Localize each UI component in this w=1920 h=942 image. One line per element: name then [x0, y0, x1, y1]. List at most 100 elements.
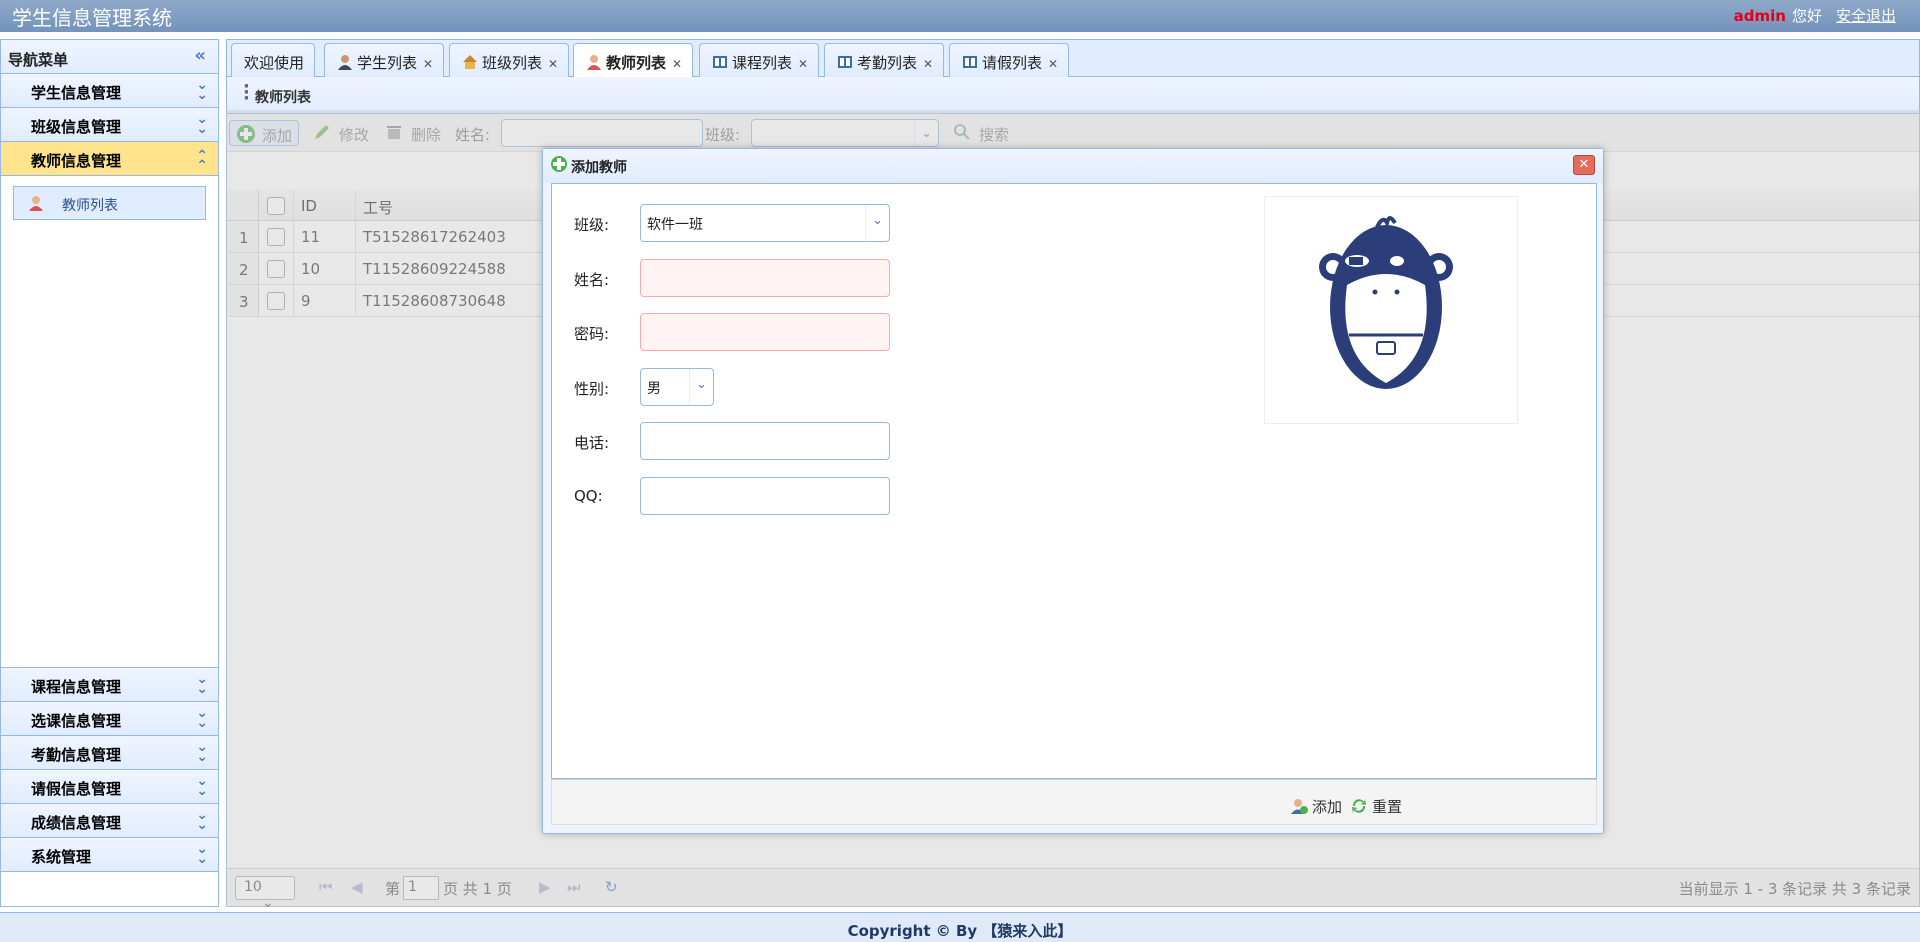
- page-footer: Copyright © By 【猿来入此】: [0, 912, 1920, 942]
- username: admin: [1733, 7, 1786, 25]
- tab-label: 教师列表: [606, 54, 667, 72]
- panel-title: 教师列表: [255, 90, 311, 106]
- user-area: admin 您好 安全退出: [1734, 5, 1896, 26]
- add-user-icon: [1290, 799, 1308, 819]
- dialog-header: 添加教师 ✕: [543, 149, 1603, 183]
- home-icon: [462, 55, 478, 74]
- class-select[interactable]: 软件一班 ⌄: [640, 204, 890, 242]
- close-icon[interactable]: ✕: [1573, 155, 1595, 175]
- menu-leave[interactable]: 请假信息管理 ⌄ ⌄: [1, 770, 218, 804]
- tab-label: 班级列表: [482, 54, 543, 72]
- chevron-down-icon: ⌄ ⌄: [196, 111, 208, 137]
- chevron-down-icon: ⌄ ⌄: [196, 705, 208, 731]
- menu-score[interactable]: 成绩信息管理 ⌄ ⌄: [1, 804, 218, 838]
- close-icon[interactable]: ✕: [798, 57, 808, 71]
- greeting: 您好: [1791, 7, 1822, 25]
- chevron-down-icon: ⌄ ⌄: [196, 77, 208, 103]
- book-icon: [712, 56, 728, 74]
- submenu-area: 教师列表: [1, 176, 218, 668]
- sidebar: 导航菜单 « 学生信息管理 ⌄ ⌄ 班级信息管理 ⌄ ⌄ 教师信息管理 ⌃ ⌃ 教师列表 课程…: [0, 39, 219, 907]
- chevron-down-icon: ⌄ ⌄: [196, 807, 208, 833]
- menu-attendance[interactable]: 考勤信息管理 ⌄ ⌄: [1, 736, 218, 770]
- menu-label: 课程信息管理: [31, 678, 122, 696]
- panel-title-bar: · · · 教师列表: [227, 77, 1919, 114]
- chevron-down-icon: ⌄: [689, 369, 713, 405]
- chevron-down-icon: ⌄ ⌄: [196, 773, 208, 799]
- gender-label: 性别:: [574, 380, 610, 398]
- chevron-up-icon: ⌃ ⌃: [196, 148, 208, 174]
- menu-system[interactable]: 系统管理 ⌄ ⌄: [1, 838, 218, 872]
- name-input[interactable]: [640, 259, 890, 297]
- qq-input[interactable]: [640, 477, 890, 515]
- dialog-add-button[interactable]: 添加: [1290, 794, 1342, 817]
- close-icon[interactable]: ✕: [1048, 57, 1058, 71]
- dialog-add-label: 添加: [1312, 798, 1343, 816]
- dialog-reset-label: 重置: [1372, 798, 1403, 816]
- app-title: 学生信息管理系统: [12, 6, 172, 30]
- drag-handle-icon: · · ·: [243, 76, 250, 109]
- qq-label: QQ:: [574, 487, 603, 505]
- tab-label: 课程列表: [732, 54, 793, 72]
- collapse-icon[interactable]: «: [194, 45, 206, 66]
- class-value: 软件一班: [647, 217, 703, 233]
- menu-course[interactable]: 课程信息管理 ⌄ ⌄: [1, 668, 218, 702]
- tab-student-list[interactable]: 学生列表 ✕: [324, 43, 445, 77]
- add-teacher-dialog: 添加教师 ✕ 班级: 软件一班 ⌄ 姓名: 密码: 性别: 男 ⌄ 电话: QQ:: [542, 148, 1604, 834]
- menu-teacher[interactable]: 教师信息管理 ⌃ ⌃: [1, 142, 218, 176]
- close-icon[interactable]: ✕: [672, 57, 682, 71]
- close-icon[interactable]: ✕: [423, 57, 433, 71]
- book-icon: [837, 56, 853, 74]
- monkey-avatar-icon: [1319, 216, 1453, 389]
- gender-value: 男: [647, 381, 661, 397]
- tab-welcome[interactable]: 欢迎使用: [231, 43, 316, 77]
- tab-label: 请假列表: [982, 54, 1043, 72]
- menu-label: 学生信息管理: [31, 84, 122, 102]
- teacher-icon: [28, 195, 44, 215]
- chevron-down-icon: ⌄: [865, 205, 889, 241]
- logout-link[interactable]: 安全退出: [1836, 7, 1896, 25]
- dialog-body: 班级: 软件一班 ⌄ 姓名: 密码: 性别: 男 ⌄ 电话: QQ:: [551, 183, 1597, 779]
- tab-attendance-list[interactable]: 考勤列表 ✕: [824, 43, 945, 77]
- phone-label: 电话:: [574, 434, 610, 452]
- tab-label: 考勤列表: [857, 54, 918, 72]
- chevron-down-icon: ⌄ ⌄: [196, 739, 208, 765]
- menu-label: 系统管理: [31, 848, 92, 866]
- tab-course-list[interactable]: 课程列表 ✕: [699, 43, 820, 77]
- tab-label: 学生列表: [357, 54, 418, 72]
- tab-label: 欢迎使用: [244, 54, 305, 72]
- teacher-icon: [586, 55, 602, 74]
- close-icon[interactable]: ✕: [548, 57, 558, 71]
- tab-teacher-list[interactable]: 教师列表 ✕: [573, 43, 694, 77]
- submenu-teacher-list[interactable]: 教师列表: [13, 186, 206, 220]
- student-icon: [337, 55, 353, 74]
- menu-class[interactable]: 班级信息管理 ⌄ ⌄: [1, 108, 218, 142]
- app-header: 学生信息管理系统 admin 您好 安全退出: [0, 0, 1920, 32]
- menu-label: 班级信息管理: [31, 118, 122, 136]
- chevron-down-icon: ⌄ ⌄: [196, 841, 208, 867]
- close-icon[interactable]: ✕: [923, 57, 933, 71]
- tab-bar: 欢迎使用 学生列表 ✕ 班级列表 ✕ 教师列表 ✕ 课程列表 ✕ 考勤列表 ✕ 请假列表 ✕: [227, 40, 1919, 77]
- tab-leave-list[interactable]: 请假列表 ✕: [949, 43, 1070, 77]
- dialog-footer: 添加 重置: [551, 779, 1597, 825]
- dialog-title: 添加教师: [571, 160, 627, 176]
- name-label: 姓名:: [574, 271, 610, 289]
- dialog-reset-button[interactable]: 重置: [1350, 794, 1402, 817]
- password-input[interactable]: [640, 313, 890, 351]
- menu-label: 成绩信息管理: [31, 814, 122, 832]
- phone-input[interactable]: [640, 422, 890, 460]
- menu-selection[interactable]: 选课信息管理 ⌄ ⌄: [1, 702, 218, 736]
- gender-select[interactable]: 男 ⌄: [640, 368, 714, 406]
- menu-label: 教师信息管理: [31, 152, 122, 170]
- class-label: 班级:: [574, 216, 610, 234]
- reload-icon: [1350, 799, 1368, 819]
- sidebar-title: 导航菜单: [8, 51, 69, 69]
- sidebar-header: 导航菜单 «: [1, 40, 218, 74]
- submenu-label: 教师列表: [62, 198, 118, 214]
- tab-class-list[interactable]: 班级列表 ✕: [449, 43, 570, 77]
- copyright-text: Copyright © By 【猿来入此】: [847, 922, 1073, 940]
- menu-label: 请假信息管理: [31, 780, 122, 798]
- menu-label: 考勤信息管理: [31, 746, 122, 764]
- menu-student[interactable]: 学生信息管理 ⌄ ⌄: [1, 74, 218, 108]
- password-label: 密码:: [574, 325, 610, 343]
- plus-icon: [550, 155, 568, 177]
